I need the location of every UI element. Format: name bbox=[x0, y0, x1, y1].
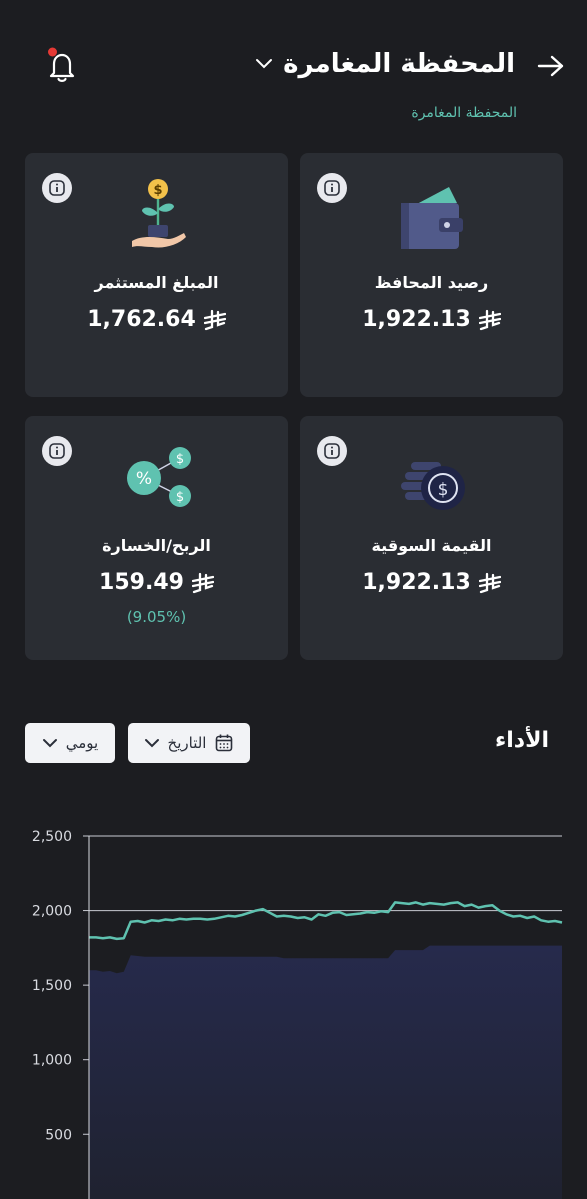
date-filter-label: التاريخ bbox=[167, 734, 207, 752]
notifications-button[interactable] bbox=[42, 46, 82, 86]
card-amount: 1,762.64 bbox=[87, 307, 196, 332]
y-tick-label: 2,500 bbox=[32, 829, 72, 845]
y-tick-label: 1,000 bbox=[32, 1053, 72, 1069]
card-invested-amount: $ المبلغ المستثمر 1,762.64 bbox=[25, 153, 288, 397]
saudi-riyal-icon bbox=[203, 309, 226, 331]
card-amount-row: 1,762.64 bbox=[25, 307, 288, 332]
market-value-line-series bbox=[89, 901, 563, 941]
info-button[interactable] bbox=[317, 173, 347, 203]
invested-area-series bbox=[89, 945, 562, 1199]
info-button[interactable] bbox=[42, 173, 72, 203]
back-button[interactable] bbox=[534, 49, 568, 83]
info-icon bbox=[49, 443, 65, 459]
saudi-riyal-icon bbox=[478, 572, 501, 594]
info-icon bbox=[324, 443, 340, 459]
card-amount-row: 1,922.13 bbox=[300, 570, 563, 595]
calendar-icon bbox=[216, 734, 233, 752]
card-amount-row: 159.49 bbox=[25, 570, 288, 595]
info-button[interactable] bbox=[317, 436, 347, 466]
saudi-riyal-icon bbox=[478, 309, 501, 331]
y-tick-label: 2,000 bbox=[32, 904, 72, 920]
chevron-down-icon bbox=[144, 739, 159, 748]
saudi-riyal-icon bbox=[191, 572, 214, 594]
chevron-down-icon bbox=[42, 739, 57, 748]
wallet-icon bbox=[400, 187, 463, 249]
svg-text:$: $ bbox=[153, 183, 162, 198]
svg-text:$: $ bbox=[437, 480, 448, 500]
period-label: يومي bbox=[65, 734, 99, 752]
card-amount: 1,922.13 bbox=[362, 570, 471, 595]
arrow-right-icon bbox=[537, 55, 564, 77]
date-filter-button[interactable]: التاريخ bbox=[128, 723, 250, 763]
chart-line-layer bbox=[89, 901, 563, 941]
info-button[interactable] bbox=[42, 436, 72, 466]
svg-text:$: $ bbox=[175, 452, 183, 467]
card-market-value: $ القيمة السوقية 1,922.13 bbox=[300, 416, 563, 660]
breadcrumb: المحفظة المغامرة bbox=[411, 105, 517, 121]
card-wallet-balance: رصيد المحافظ 1,922.13 bbox=[300, 153, 563, 397]
page-title: المحفظة المغامرة bbox=[283, 49, 515, 79]
profit-percentage: (9.05%) bbox=[126, 608, 187, 626]
chart-area-layer bbox=[89, 945, 562, 1199]
notification-dot bbox=[48, 47, 57, 57]
coin-stack-icon: $ bbox=[400, 462, 465, 510]
card-label: القيمة السوقية bbox=[371, 536, 492, 555]
percentage-network-icon: % $ $ bbox=[126, 447, 191, 507]
info-icon bbox=[324, 180, 340, 196]
svg-text:$: $ bbox=[175, 490, 183, 505]
period-select[interactable]: يومي bbox=[25, 723, 115, 763]
y-tick-label: 500 bbox=[45, 1127, 72, 1143]
bell-icon bbox=[48, 47, 75, 82]
performance-title: الأداء bbox=[494, 728, 549, 753]
y-tick-label: 1,500 bbox=[32, 978, 72, 994]
card-amount: 159.49 bbox=[99, 570, 184, 595]
portfolio-selector[interactable]: المحفظة المغامرة bbox=[255, 40, 515, 88]
performance-chart: 500 1,000 1,500 2,000 2,500 bbox=[32, 829, 563, 1199]
card-label: الربح/الخسارة bbox=[102, 536, 211, 555]
chevron-down-icon bbox=[255, 58, 273, 70]
info-icon bbox=[49, 180, 65, 196]
svg-text:%: % bbox=[135, 469, 151, 489]
card-amount: 1,922.13 bbox=[362, 307, 471, 332]
card-label: المبلغ المستثمر bbox=[94, 273, 219, 292]
card-profit-loss: % $ $ الربح/الخسارة 159.49 (9.05%) bbox=[25, 416, 288, 660]
card-label: رصيد المحافظ bbox=[374, 273, 489, 292]
chart-y-labels: 500 1,000 1,500 2,000 2,500 bbox=[32, 829, 72, 1143]
card-amount-row: 1,922.13 bbox=[300, 307, 563, 332]
money-plant-icon: $ bbox=[131, 179, 186, 248]
portfolio-screen: المحفظة المغامرة المحفظة المغامرة رصيد ا… bbox=[0, 0, 587, 1199]
